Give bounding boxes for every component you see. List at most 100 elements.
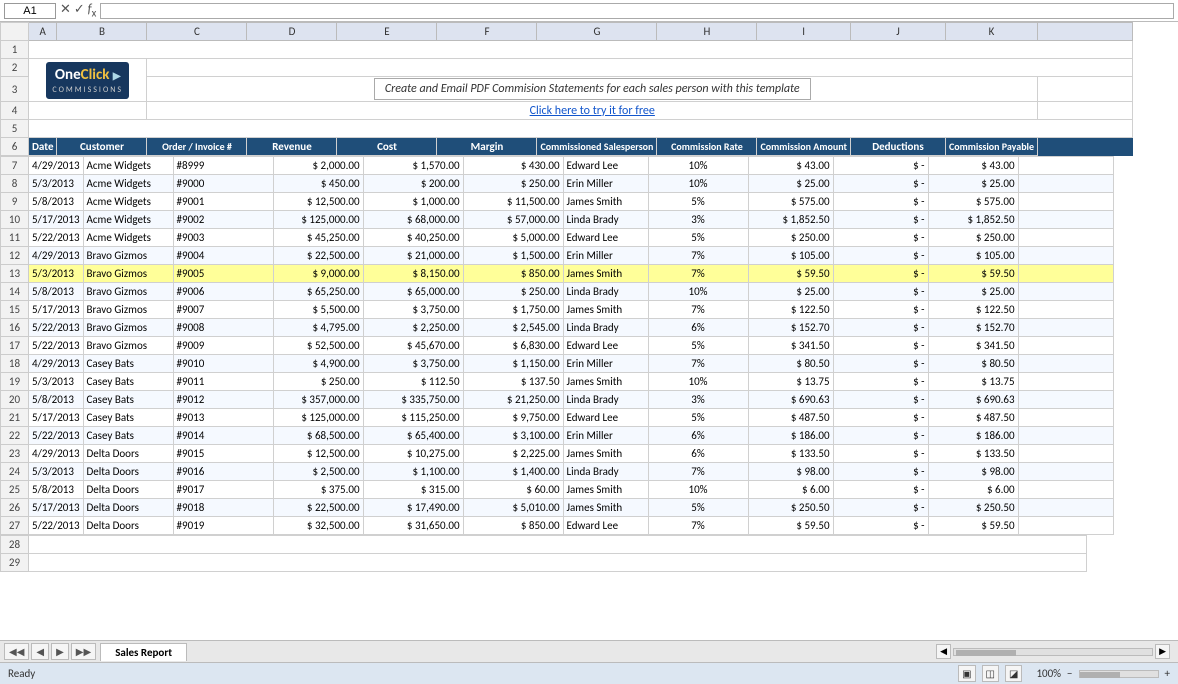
cell-rate-21[interactable]: 5% — [648, 409, 748, 427]
cell-deductions-19[interactable]: $ - — [833, 373, 928, 391]
cell-payable-8[interactable]: $ 25.00 — [928, 175, 1018, 193]
tab-last-button[interactable]: ▶▶ — [71, 643, 96, 660]
cell-cost-23[interactable]: $ 10,275.00 — [363, 445, 463, 463]
view-page-button[interactable]: ◪ — [1005, 665, 1022, 682]
cell-customer-7[interactable]: Acme Widgets — [83, 157, 173, 175]
cell-deductions-20[interactable]: $ - — [833, 391, 928, 409]
cell-payable-21[interactable]: $ 487.50 — [928, 409, 1018, 427]
cell-rate-27[interactable]: 7% — [648, 517, 748, 535]
cell-cost-16[interactable]: $ 2,250.00 — [363, 319, 463, 337]
cell-customer-14[interactable]: Bravo Gizmos — [83, 283, 173, 301]
cell-amount-21[interactable]: $ 487.50 — [748, 409, 833, 427]
cell-cost-24[interactable]: $ 1,100.00 — [363, 463, 463, 481]
cell-payable-11[interactable]: $ 250.00 — [928, 229, 1018, 247]
cell-revenue-11[interactable]: $ 45,250.00 — [273, 229, 363, 247]
cell-salesperson-21[interactable]: Edward Lee — [563, 409, 648, 427]
cell-payable-16[interactable]: $ 152.70 — [928, 319, 1018, 337]
horizontal-scrollbar[interactable] — [953, 648, 1153, 656]
cell-deductions-16[interactable]: $ - — [833, 319, 928, 337]
cell-revenue-7[interactable]: $ 2,000.00 — [273, 157, 363, 175]
cell-salesperson-9[interactable]: James Smith — [563, 193, 648, 211]
cell-amount-15[interactable]: $ 122.50 — [748, 301, 833, 319]
cell-revenue-25[interactable]: $ 375.00 — [273, 481, 363, 499]
cell-cost-19[interactable]: $ 112.50 — [363, 373, 463, 391]
cell-amount-19[interactable]: $ 13.75 — [748, 373, 833, 391]
cell-margin-23[interactable]: $ 2,225.00 — [463, 445, 563, 463]
cell-revenue-24[interactable]: $ 2,500.00 — [273, 463, 363, 481]
cell-revenue-22[interactable]: $ 68,500.00 — [273, 427, 363, 445]
cell-deductions-23[interactable]: $ - — [833, 445, 928, 463]
cell-margin-20[interactable]: $ 21,250.00 — [463, 391, 563, 409]
cell-customer-17[interactable]: Bravo Gizmos — [83, 337, 173, 355]
cell-salesperson-17[interactable]: Edward Lee — [563, 337, 648, 355]
cell-invoice-21[interactable]: #9013 — [173, 409, 273, 427]
cell-margin-24[interactable]: $ 1,400.00 — [463, 463, 563, 481]
cell-amount-20[interactable]: $ 690.63 — [748, 391, 833, 409]
cell-deductions-11[interactable]: $ - — [833, 229, 928, 247]
view-normal-button[interactable]: ▣ — [958, 665, 975, 682]
cell-invoice-18[interactable]: #9010 — [173, 355, 273, 373]
cell-date-19[interactable]: 5/3/2013 — [29, 373, 84, 391]
cell-customer-25[interactable]: Delta Doors — [83, 481, 173, 499]
cell-customer-20[interactable]: Casey Bats — [83, 391, 173, 409]
cell-invoice-23[interactable]: #9015 — [173, 445, 273, 463]
cell-amount-12[interactable]: $ 105.00 — [748, 247, 833, 265]
cell-salesperson-19[interactable]: James Smith — [563, 373, 648, 391]
col-header-c[interactable]: C — [147, 23, 247, 41]
cell-date-14[interactable]: 5/8/2013 — [29, 283, 84, 301]
cell-customer-26[interactable]: Delta Doors — [83, 499, 173, 517]
col-header-l[interactable] — [1038, 23, 1133, 41]
cell-salesperson-26[interactable]: James Smith — [563, 499, 648, 517]
zoom-slider[interactable] — [1079, 670, 1159, 678]
zoom-increase-button[interactable]: + — [1165, 667, 1170, 680]
cell-deductions-14[interactable]: $ - — [833, 283, 928, 301]
cell-d4[interactable]: Click here to try it for free — [147, 102, 1038, 120]
cell-revenue-8[interactable]: $ 450.00 — [273, 175, 363, 193]
cell-margin-14[interactable]: $ 250.00 — [463, 283, 563, 301]
cell-salesperson-20[interactable]: Linda Brady — [563, 391, 648, 409]
col-header-b[interactable]: B — [57, 23, 147, 41]
cell-invoice-17[interactable]: #9009 — [173, 337, 273, 355]
cell-a1[interactable] — [29, 41, 1133, 59]
cell-payable-23[interactable]: $ 133.50 — [928, 445, 1018, 463]
col-header-e[interactable]: E — [337, 23, 437, 41]
cell-invoice-24[interactable]: #9016 — [173, 463, 273, 481]
cell-rate-10[interactable]: 3% — [648, 211, 748, 229]
cell-customer-18[interactable]: Casey Bats — [83, 355, 173, 373]
cell-cost-13[interactable]: $ 8,150.00 — [363, 265, 463, 283]
cell-deductions-17[interactable]: $ - — [833, 337, 928, 355]
cell-customer-10[interactable]: Acme Widgets — [83, 211, 173, 229]
cell-date-9[interactable]: 5/8/2013 — [29, 193, 84, 211]
cell-revenue-12[interactable]: $ 22,500.00 — [273, 247, 363, 265]
cell-salesperson-25[interactable]: James Smith — [563, 481, 648, 499]
scroll-right-button[interactable]: ▶ — [1155, 644, 1170, 659]
cell-deductions-26[interactable]: $ - — [833, 499, 928, 517]
col-header-k[interactable]: K — [945, 23, 1037, 41]
cell-customer-23[interactable]: Delta Doors — [83, 445, 173, 463]
promo-link[interactable]: Click here to try it for free — [530, 104, 655, 118]
cell-revenue-16[interactable]: $ 4,795.00 — [273, 319, 363, 337]
cell-payable-10[interactable]: $ 1,852.50 — [928, 211, 1018, 229]
cell-cost-20[interactable]: $ 335,750.00 — [363, 391, 463, 409]
cell-margin-8[interactable]: $ 250.00 — [463, 175, 563, 193]
cell-revenue-14[interactable]: $ 65,250.00 — [273, 283, 363, 301]
cell-date-25[interactable]: 5/8/2013 — [29, 481, 84, 499]
tab-first-button[interactable]: ◀◀ — [4, 643, 29, 660]
cell-payable-17[interactable]: $ 341.50 — [928, 337, 1018, 355]
cell-payable-27[interactable]: $ 59.50 — [928, 517, 1018, 535]
cell-customer-13[interactable]: Bravo Gizmos — [83, 265, 173, 283]
col-header-g[interactable]: G — [537, 23, 657, 41]
cell-rate-11[interactable]: 5% — [648, 229, 748, 247]
cell-invoice-10[interactable]: #9002 — [173, 211, 273, 229]
cell-rate-26[interactable]: 5% — [648, 499, 748, 517]
cell-deductions-25[interactable]: $ - — [833, 481, 928, 499]
tab-prev-button[interactable]: ◀ — [31, 643, 49, 660]
cell-date-7[interactable]: 4/29/2013 — [29, 157, 84, 175]
cell-rate-22[interactable]: 6% — [648, 427, 748, 445]
cell-salesperson-8[interactable]: Erin Miller — [563, 175, 648, 193]
cell-payable-9[interactable]: $ 575.00 — [928, 193, 1018, 211]
cell-rate-13[interactable]: 7% — [648, 265, 748, 283]
cell-date-11[interactable]: 5/22/2013 — [29, 229, 84, 247]
cell-amount-24[interactable]: $ 98.00 — [748, 463, 833, 481]
cell-invoice-26[interactable]: #9018 — [173, 499, 273, 517]
